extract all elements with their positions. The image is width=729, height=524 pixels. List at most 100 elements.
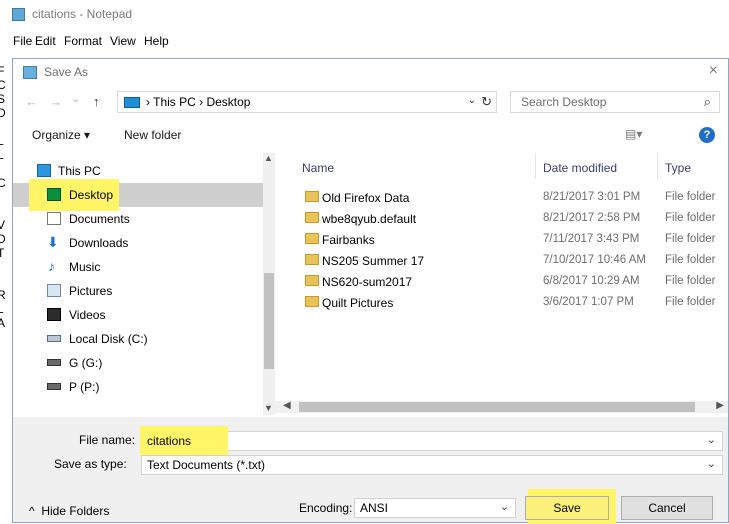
- network-drive-icon: [47, 359, 61, 366]
- nav-item-label: Desktop: [69, 188, 113, 202]
- file-date: 7/10/2017 10:46 AM: [543, 254, 646, 266]
- scrollbar-thumb[interactable]: [264, 273, 274, 369]
- folder-icon: [305, 296, 319, 307]
- column-header-type[interactable]: Type: [665, 161, 691, 175]
- notepad-icon: [12, 8, 25, 21]
- chevron-down-icon[interactable]: ⌄: [500, 500, 509, 513]
- nav-item-local-disk[interactable]: Local Disk (C:): [13, 327, 263, 351]
- file-row[interactable]: Quilt Pictures 3/6/2017 1:07 PM File fol…: [277, 292, 728, 313]
- column-separator[interactable]: [657, 153, 658, 179]
- nav-item-label: Videos: [69, 308, 105, 322]
- folder-icon: [305, 275, 319, 286]
- menu-format[interactable]: Format: [64, 34, 102, 48]
- address-bar[interactable]: › This PC › Desktop ⌄ ↻: [117, 91, 497, 113]
- file-date: 7/11/2017 3:43 PM: [543, 233, 639, 245]
- file-type: File folder: [665, 233, 716, 245]
- notepad-text-char: L: [0, 134, 4, 148]
- nav-item-label: This PC: [58, 164, 101, 178]
- menu-view[interactable]: View: [110, 34, 136, 48]
- address-dropdown-icon[interactable]: ⌄: [468, 95, 476, 106]
- nav-item-music[interactable]: ♪ Music: [13, 255, 263, 279]
- file-list-horizontal-scrollbar[interactable]: ◀ ▶: [275, 401, 728, 413]
- scroll-up-icon[interactable]: ▲: [264, 153, 273, 163]
- chevron-down-icon[interactable]: ⌄: [707, 433, 716, 446]
- file-list: Name Date modified Type Old Firefox Data…: [277, 153, 728, 415]
- hide-folders-button[interactable]: ^ Hide Folders: [29, 504, 109, 518]
- menu-file[interactable]: File: [13, 34, 32, 48]
- menu-help[interactable]: Help: [144, 34, 169, 48]
- chevron-up-icon: ^: [29, 504, 35, 518]
- organize-button[interactable]: Organize ▾: [32, 128, 90, 142]
- search-input[interactable]: Search Desktop ⌕: [510, 91, 720, 113]
- dialog-title: Save As: [44, 65, 88, 79]
- file-name: Old Firefox Data: [322, 191, 409, 205]
- save-options-panel: File name: citations ⌄ Save as type: Tex…: [13, 417, 728, 522]
- nav-item-videos[interactable]: Videos: [13, 303, 263, 327]
- save-button[interactable]: Save: [525, 496, 609, 520]
- encoding-label: Encoding:: [299, 501, 352, 515]
- file-name-field[interactable]: citations ⌄: [141, 431, 723, 451]
- nav-item-label: Documents: [69, 212, 130, 226]
- file-date: 6/8/2017 10:29 AM: [543, 275, 640, 287]
- up-icon[interactable]: ↑: [93, 94, 100, 109]
- scroll-down-icon[interactable]: ▼: [264, 403, 273, 413]
- menu-edit[interactable]: Edit: [35, 34, 56, 48]
- nav-item-p-drive[interactable]: P (P:): [13, 375, 263, 399]
- close-icon[interactable]: ×: [709, 62, 718, 80]
- new-folder-button[interactable]: New folder: [124, 128, 181, 142]
- notepad-text-char: C: [0, 176, 6, 190]
- nav-item-g-drive[interactable]: G (G:): [13, 351, 263, 375]
- scrollbar-thumb[interactable]: [299, 402, 695, 412]
- file-row[interactable]: Fairbanks 7/11/2017 3:43 PM File folder: [277, 229, 728, 250]
- navigation-bar: ← → ⌄ ↑ › This PC › Desktop ⌄ ↻ Search D…: [13, 89, 728, 117]
- nav-item-desktop[interactable]: Desktop: [13, 183, 263, 207]
- save-as-icon: [23, 66, 37, 79]
- chevron-down-icon[interactable]: ⌄: [707, 457, 716, 470]
- encoding-select[interactable]: ANSI ⌄: [354, 498, 516, 518]
- file-row[interactable]: Old Firefox Data 8/21/2017 3:01 PM File …: [277, 187, 728, 208]
- folder-icon: [305, 212, 319, 223]
- nav-item-downloads[interactable]: ⬇ Downloads: [13, 231, 263, 255]
- breadcrumb[interactable]: › This PC › Desktop: [146, 95, 250, 109]
- save-type-select[interactable]: Text Documents (*.txt) ⌄: [141, 455, 723, 475]
- file-row[interactable]: NS620-sum2017 6/8/2017 10:29 AM File fol…: [277, 271, 728, 292]
- change-view-icon[interactable]: ▤▾: [625, 127, 642, 141]
- forward-icon[interactable]: →: [49, 94, 62, 109]
- file-date: 3/6/2017 1:07 PM: [543, 296, 634, 308]
- search-placeholder: Search Desktop: [521, 95, 606, 109]
- notepad-text-char: D: [0, 106, 6, 120]
- network-drive-icon: [47, 383, 61, 390]
- notepad-title: citations - Notepad: [32, 7, 132, 21]
- notepad-text-char: D: [0, 232, 6, 246]
- file-row[interactable]: wbe8qyub.default 8/21/2017 2:58 PM File …: [277, 208, 728, 229]
- music-icon: ♪: [48, 258, 55, 274]
- scroll-left-icon[interactable]: ◀: [283, 400, 291, 411]
- back-icon[interactable]: ←: [25, 94, 38, 109]
- column-header-name[interactable]: Name: [302, 161, 334, 175]
- help-icon[interactable]: ?: [699, 127, 715, 143]
- downloads-icon: ⬇: [47, 234, 59, 251]
- file-name: wbe8qyub.default: [322, 212, 416, 226]
- cancel-button[interactable]: Cancel: [621, 496, 713, 520]
- refresh-icon[interactable]: ↻: [481, 94, 492, 110]
- column-header-date[interactable]: Date modified: [543, 161, 617, 175]
- save-type-value: Text Documents (*.txt): [147, 458, 265, 472]
- recent-locations-icon[interactable]: ⌄: [71, 92, 80, 105]
- navigation-pane-scrollbar[interactable]: ▲ ▼: [263, 153, 275, 415]
- drive-icon: [47, 335, 61, 342]
- nav-item-pictures[interactable]: Pictures: [13, 279, 263, 303]
- nav-item-label: P (P:): [69, 380, 99, 394]
- videos-icon: [47, 308, 61, 321]
- file-row[interactable]: NS205 Summer 17 7/10/2017 10:46 AM File …: [277, 250, 728, 271]
- notepad-text-char: C: [0, 78, 6, 92]
- nav-item-label: G (G:): [69, 356, 102, 370]
- search-icon[interactable]: ⌕: [704, 94, 711, 110]
- file-name: Quilt Pictures: [322, 296, 393, 310]
- hide-folders-label: Hide Folders: [41, 504, 109, 518]
- nav-item-documents[interactable]: Documents: [13, 207, 263, 231]
- notepad-text-char: R: [0, 288, 6, 302]
- column-separator[interactable]: [535, 153, 536, 179]
- scroll-right-icon[interactable]: ▶: [716, 400, 724, 411]
- file-date: 8/21/2017 2:58 PM: [543, 212, 640, 224]
- file-name-label: File name:: [79, 433, 135, 447]
